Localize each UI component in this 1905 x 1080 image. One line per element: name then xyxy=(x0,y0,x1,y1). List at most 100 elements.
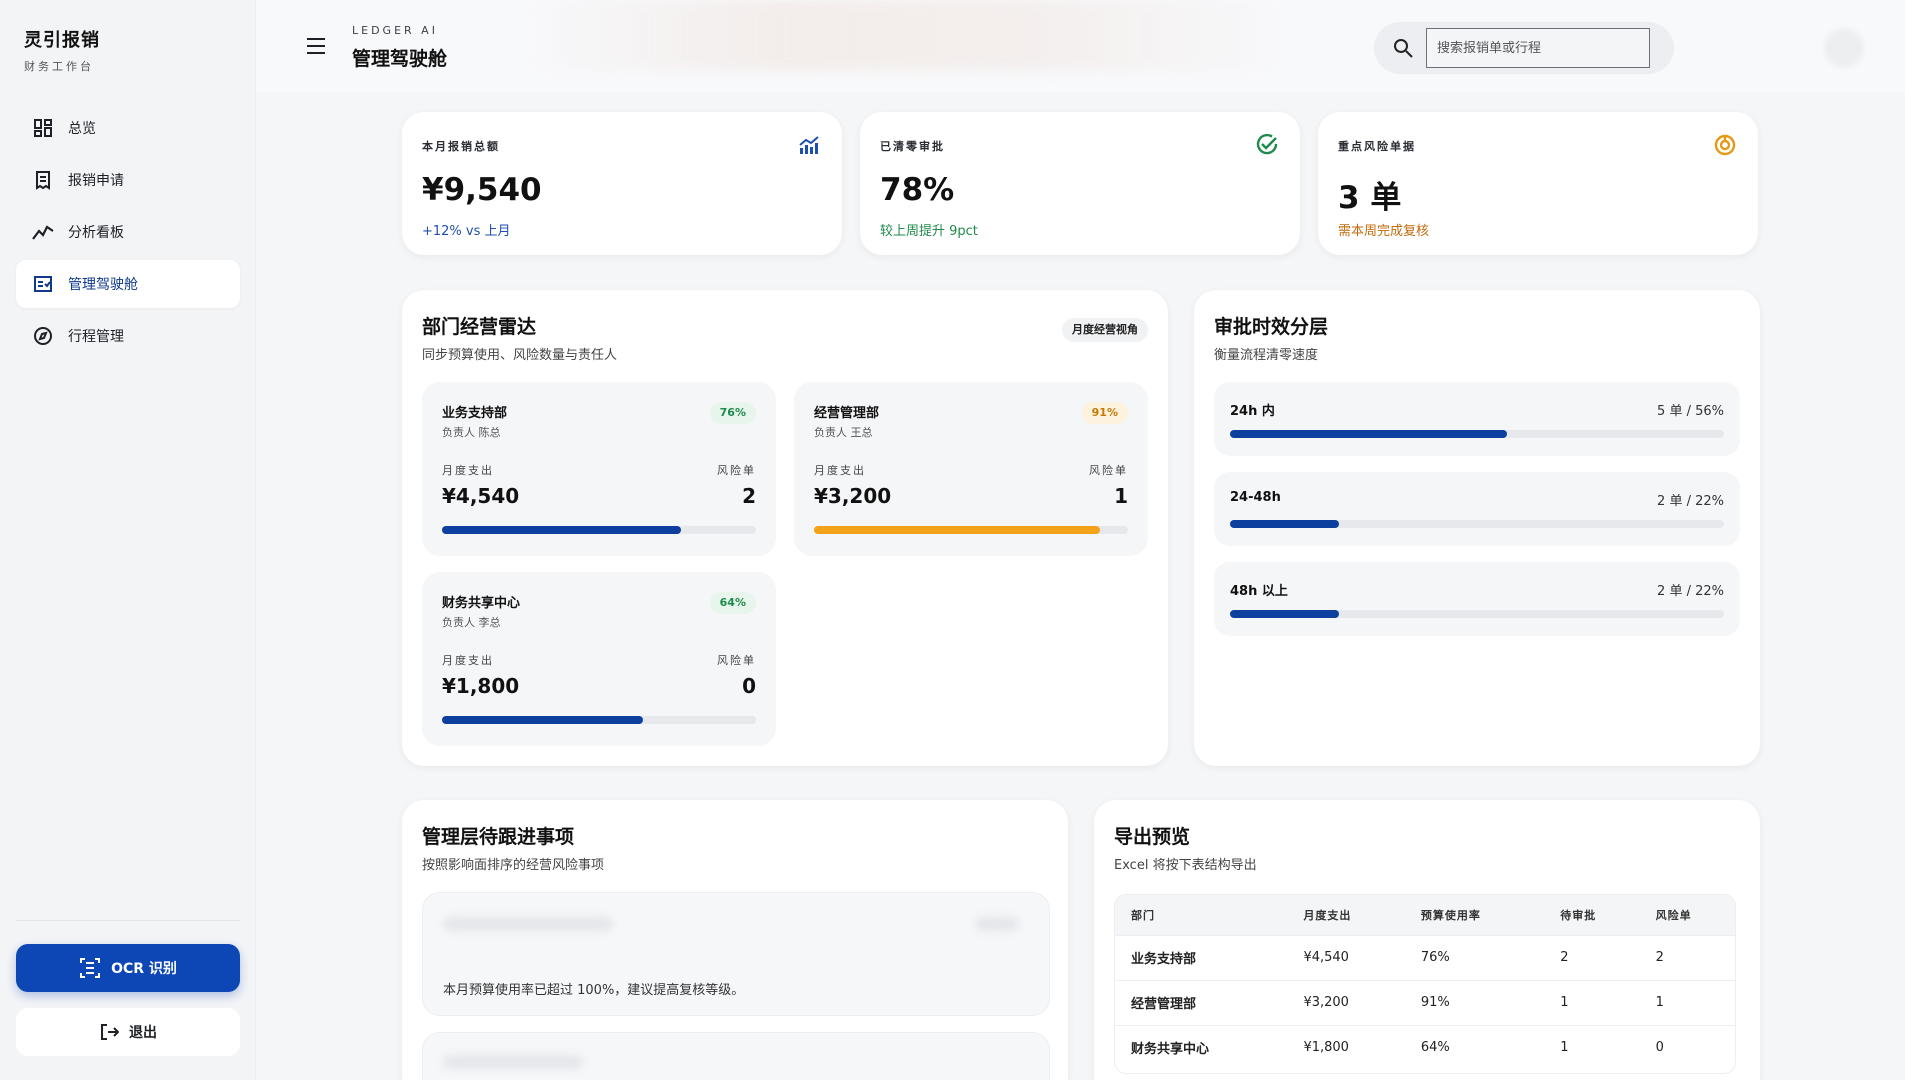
kpi-card-approval-cleared: 已清零审批 78% 较上周提升 9pct xyxy=(860,112,1300,255)
avatar[interactable] xyxy=(1824,28,1864,68)
sidebar: 灵引报销 财务工作台 总览 报销申请 分析看板 管理驾驶舱 行程管理 OCR 识… xyxy=(0,0,256,1080)
kpi-card-total-expense: 本月报销总额 ¥9,540 +12% vs 上月 xyxy=(402,112,842,255)
ocr-button-label: OCR 识别 xyxy=(111,961,177,977)
table-row: 经营管理部 ¥3,200 91% 1 1 xyxy=(1115,979,1735,1025)
blurred-badge xyxy=(975,917,1019,931)
todo-item[interactable] xyxy=(422,1032,1050,1080)
table-row: 业务支持部 ¥4,540 76% 2 2 xyxy=(1115,934,1735,980)
sidebar-item-label: 管理驾驶舱 xyxy=(68,277,138,293)
header-kicker: LEDGER AI xyxy=(352,24,438,37)
usage-bar-fill xyxy=(442,526,681,534)
section-title: 导出预览 xyxy=(1114,826,1191,848)
dept-owner: 负责人 陈总 xyxy=(442,426,501,439)
dept-risk-count: 0 xyxy=(742,674,756,698)
table-header-row: 部门 月度支出 预算使用率 待审批 风险单 xyxy=(1115,895,1735,935)
section-title: 管理层待跟进事项 xyxy=(422,826,575,848)
sidebar-item-label: 分析看板 xyxy=(68,225,124,241)
dept-card[interactable]: 业务支持部 负责人 陈总 76% 月度支出 风险单 ¥4,540 2 xyxy=(422,382,776,556)
checklist-icon xyxy=(32,273,54,295)
sla-bar xyxy=(1230,610,1724,618)
search-icon[interactable] xyxy=(1392,37,1414,63)
dept-risk-count: 1 xyxy=(1114,484,1128,508)
table-cell: 2 xyxy=(1544,934,1640,980)
table-cell: 2 xyxy=(1639,934,1735,980)
export-table-wrapper: 部门 月度支出 预算使用率 待审批 风险单 业务支持部 ¥4,540 76% 2… xyxy=(1114,894,1736,1074)
sidebar-item-trip[interactable]: 行程管理 xyxy=(16,312,240,360)
sla-bar-fill xyxy=(1230,610,1339,618)
dept-name: 经营管理部 xyxy=(814,406,880,421)
dept-amount: ¥4,540 xyxy=(442,484,520,508)
table-cell: ¥4,540 xyxy=(1287,934,1405,980)
table-cell: 业务支持部 xyxy=(1115,934,1288,980)
brand: 灵引报销 财务工作台 xyxy=(24,26,100,74)
sla-tier: 48h 以上 2 单 / 22% xyxy=(1214,562,1740,636)
usage-bar xyxy=(814,526,1128,534)
logout-button[interactable]: 退出 xyxy=(16,1008,240,1056)
dept-card[interactable]: 财务共享中心 负责人 李总 64% 月度支出 风险单 ¥1,800 0 xyxy=(422,572,776,746)
scan-icon xyxy=(79,957,101,979)
kpi-sub: +12% vs 上月 xyxy=(422,224,511,239)
page-title: 管理驾驶舱 xyxy=(352,48,448,70)
sla-tier-value: 2 单 / 22% xyxy=(1657,494,1724,509)
sidebar-divider xyxy=(16,920,240,921)
blurred-text xyxy=(443,917,613,931)
header-blur-decoration xyxy=(526,0,1286,70)
sidebar-item-expense-apply[interactable]: 报销申请 xyxy=(16,156,240,204)
table-row: 财务共享中心 ¥1,800 64% 1 0 xyxy=(1115,1024,1735,1070)
check-circle-icon xyxy=(1254,132,1280,158)
sidebar-nav: 总览 报销申请 分析看板 管理驾驶舱 行程管理 xyxy=(16,104,240,364)
search-input[interactable] xyxy=(1426,28,1650,68)
usage-bar xyxy=(442,716,756,724)
compass-icon xyxy=(32,325,54,347)
sidebar-item-overview[interactable]: 总览 xyxy=(16,104,240,152)
todo-item-text: 本月预算使用率已超过 100%，建议提高复核等级。 xyxy=(443,983,745,998)
ocr-button[interactable]: OCR 识别 xyxy=(16,944,240,992)
kpi-sub: 较上周提升 9pct xyxy=(880,224,978,239)
table-cell: 76% xyxy=(1404,934,1545,980)
table-cell: 经营管理部 xyxy=(1115,979,1288,1025)
export-preview-card: 导出预览 Excel 将按下表结构导出 部门 月度支出 预算使用率 待审批 风险… xyxy=(1094,800,1760,1080)
section-subtitle: 同步预算使用、风险数量与责任人 xyxy=(422,348,618,363)
table-cell: 1 xyxy=(1639,979,1735,1025)
receipt-icon xyxy=(32,169,54,191)
management-todo-card: 管理层待跟进事项 按照影响面排序的经营风险事项 本月预算使用率已超过 100%，… xyxy=(402,800,1068,1080)
table-cell: 91% xyxy=(1404,979,1545,1025)
sla-tier-name: 48h 以上 xyxy=(1230,584,1288,599)
table-cell: 64% xyxy=(1404,1024,1545,1070)
trend-line-icon xyxy=(32,221,54,243)
hamburger-icon xyxy=(307,38,325,54)
sla-bar-fill xyxy=(1230,520,1339,528)
usage-bar-fill xyxy=(442,716,643,724)
dept-name: 业务支持部 xyxy=(442,406,508,421)
brand-title: 灵引报销 xyxy=(24,30,100,51)
risk-label: 风险单 xyxy=(717,654,756,667)
dept-amount: ¥3,200 xyxy=(814,484,892,508)
menu-toggle-button[interactable] xyxy=(304,36,328,56)
dept-card[interactable]: 经营管理部 负责人 王总 91% 月度支出 风险单 ¥3,200 1 xyxy=(794,382,1148,556)
section-subtitle: 按照影响面排序的经营风险事项 xyxy=(422,858,605,873)
usage-bar xyxy=(442,526,756,534)
sla-tier-value: 2 单 / 22% xyxy=(1657,584,1724,599)
sidebar-item-management-cockpit[interactable]: 管理驾驶舱 xyxy=(16,260,240,308)
sla-tier-name: 24h 内 xyxy=(1230,404,1275,419)
column-header: 月度支出 xyxy=(1287,895,1405,935)
column-header: 部门 xyxy=(1115,895,1288,935)
chart-up-icon xyxy=(796,132,822,158)
usage-badge: 91% xyxy=(1081,402,1128,424)
risk-label: 风险单 xyxy=(717,464,756,477)
table-cell: 0 xyxy=(1639,1024,1735,1070)
dept-name: 财务共享中心 xyxy=(442,596,521,611)
usage-badge: 76% xyxy=(709,402,756,424)
sidebar-item-analytics[interactable]: 分析看板 xyxy=(16,208,240,256)
table-cell: ¥3,200 xyxy=(1287,979,1405,1025)
table-cell: ¥1,800 xyxy=(1287,1024,1405,1070)
blurred-text xyxy=(443,1055,583,1069)
dept-amount: ¥1,800 xyxy=(442,674,520,698)
sla-bar-fill xyxy=(1230,430,1507,438)
todo-item[interactable]: 本月预算使用率已超过 100%，建议提高复核等级。 xyxy=(422,892,1050,1016)
sidebar-item-label: 行程管理 xyxy=(68,329,124,345)
export-table: 部门 月度支出 预算使用率 待审批 风险单 业务支持部 ¥4,540 76% 2… xyxy=(1115,895,1735,1070)
spend-label: 月度支出 xyxy=(442,654,494,667)
dashboard-grid-icon xyxy=(32,117,54,139)
spend-label: 月度支出 xyxy=(814,464,866,477)
